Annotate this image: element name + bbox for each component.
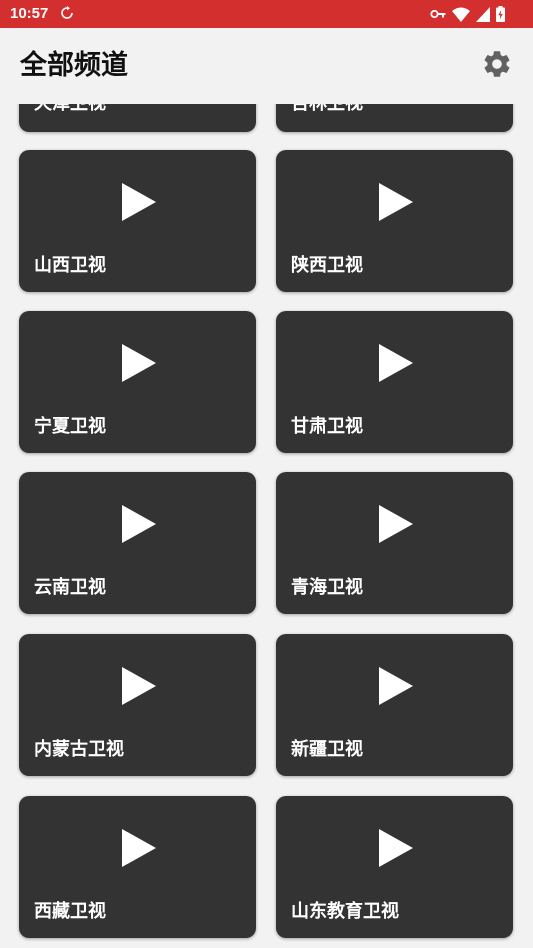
channel-card[interactable]: 山东教育卫视 [276,796,513,938]
channel-card[interactable]: 西藏卫视 [19,796,256,938]
play-icon [379,829,413,867]
channel-grid: 天津卫视 吉林卫视 山西卫视 陕西卫视 宁夏卫视 甘肃卫视 云南卫视 青海卫视 … [0,104,533,948]
play-icon [122,829,156,867]
channel-card[interactable]: 青海卫视 [276,472,513,614]
channel-name: 宁夏卫视 [34,416,106,437]
vpn-key-icon [430,9,446,19]
play-icon [379,344,413,382]
channel-card[interactable]: 吉林卫视 [276,104,513,132]
channel-card[interactable]: 陕西卫视 [276,150,513,292]
channel-name: 新疆卫视 [291,739,363,760]
channel-card[interactable]: 云南卫视 [19,472,256,614]
channel-name: 青海卫视 [291,577,363,598]
channel-name: 山西卫视 [34,255,106,276]
status-bar: 10:57 [0,0,533,28]
channel-card[interactable]: 内蒙古卫视 [19,634,256,776]
channel-card[interactable]: 山西卫视 [19,150,256,292]
gear-icon[interactable] [481,48,513,80]
battery-charging-icon [496,6,505,22]
channel-name: 山东教育卫视 [291,901,399,922]
status-time: 10:57 [10,5,49,22]
channel-name: 天津卫视 [34,104,106,116]
play-icon [379,505,413,543]
play-icon [379,667,413,705]
sync-icon [61,6,73,19]
play-icon [379,183,413,221]
play-icon [122,667,156,705]
play-icon [122,344,156,382]
channel-name: 陕西卫视 [291,255,363,276]
channel-card[interactable]: 甘肃卫视 [276,311,513,453]
play-icon [122,183,156,221]
play-icon [122,505,156,543]
channel-card[interactable]: 宁夏卫视 [19,311,256,453]
app-bar: 全部频道 [0,28,533,104]
channel-name: 甘肃卫视 [291,416,363,437]
channel-name: 云南卫视 [34,577,106,598]
channel-name: 吉林卫视 [291,104,363,116]
channel-name: 西藏卫视 [34,901,106,922]
channel-name: 内蒙古卫视 [34,739,124,760]
channel-card[interactable]: 天津卫视 [19,104,256,132]
wifi-icon [452,7,470,22]
status-icons [430,6,505,22]
channel-card[interactable]: 新疆卫视 [276,634,513,776]
page-title: 全部频道 [20,50,128,81]
signal-icon [476,6,490,22]
